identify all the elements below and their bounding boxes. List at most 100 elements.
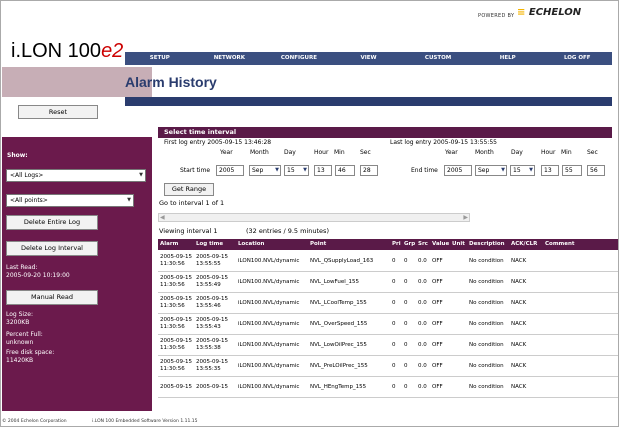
col-log-time[interactable]: Log time bbox=[194, 239, 236, 250]
end-year-label: Year bbox=[445, 149, 458, 156]
nav-configure[interactable]: CONFIGURE bbox=[264, 52, 334, 65]
col-location[interactable]: Location bbox=[236, 239, 308, 250]
manual-read-button[interactable]: Manual Read bbox=[6, 290, 98, 305]
sidebar: Show: <All Logs> <All points> Delete Ent… bbox=[2, 137, 152, 411]
show-label: Show: bbox=[7, 152, 28, 159]
grp-cell: 0 bbox=[404, 257, 408, 264]
col-ack-clr[interactable]: ACK/CLR bbox=[509, 239, 543, 250]
log-time-cell-line: 2005-09-15 bbox=[196, 296, 228, 302]
start-min-input[interactable]: 46 bbox=[335, 165, 355, 176]
nav-view[interactable]: VIEW bbox=[334, 52, 404, 65]
last-read-value: 2005-09-20 10:19:00 bbox=[6, 272, 70, 279]
logs-select[interactable]: <All Logs> bbox=[6, 169, 146, 182]
table-row[interactable]: 2005-09-15 11:30:56 2005-09-15 13:55:43 iLON… bbox=[158, 314, 618, 335]
table-row[interactable]: 2005-09-15 11:30:56 2005-09-15 13:55:35 iLON… bbox=[158, 356, 618, 377]
points-select[interactable]: <All points> bbox=[6, 194, 134, 207]
col-value[interactable]: Value bbox=[430, 239, 450, 250]
pri-cell: 0 bbox=[392, 362, 396, 369]
nav-custom[interactable]: CUSTOM bbox=[403, 52, 473, 65]
start-year-input[interactable]: 2005 bbox=[216, 165, 244, 176]
location-cell: iLON100.NVL/dynamic bbox=[238, 257, 300, 264]
reset-button[interactable]: Reset bbox=[18, 105, 98, 119]
percent-full-value: unknown bbox=[6, 339, 34, 346]
end-day-select[interactable]: 15 bbox=[510, 165, 535, 176]
ack-cell: NACK bbox=[511, 383, 527, 390]
log-time-cell-line: 2005-09-15 bbox=[196, 317, 228, 323]
table-row[interactable]: 2005-09-15 11:30:56 2005-09-15 13:55:55 iLON… bbox=[158, 251, 618, 272]
table-row[interactable]: 2005-09-15 11:30:56 2005-09-15 13:55:38 iLON… bbox=[158, 335, 618, 356]
pri-cell: 0 bbox=[392, 278, 396, 285]
col-pri[interactable]: Pri bbox=[390, 239, 402, 250]
alarm-time-cell-line: 11:30:56 bbox=[160, 324, 185, 330]
start-min-label: Min bbox=[334, 149, 345, 156]
src-cell: 0.0 bbox=[418, 278, 427, 285]
start-day-select[interactable]: 15 bbox=[284, 165, 309, 176]
col-src[interactable]: Src bbox=[416, 239, 430, 250]
unit-cell bbox=[450, 272, 467, 292]
log-time-cell: 2005-09-15 13:55:55 bbox=[194, 251, 236, 271]
unit-cell bbox=[450, 251, 467, 271]
grp-cell: 0 bbox=[404, 278, 408, 285]
col-comment[interactable]: Comment bbox=[543, 239, 575, 250]
nav-setup[interactable]: SETUP bbox=[125, 52, 195, 65]
description-cell: No condition bbox=[469, 257, 504, 264]
value-cell: OFF bbox=[432, 299, 443, 306]
pri-cell: 0 bbox=[392, 341, 396, 348]
col-point[interactable]: Point bbox=[308, 239, 390, 250]
end-day-label: Day bbox=[511, 149, 523, 156]
unit-cell bbox=[450, 293, 467, 313]
src-cell: 0.0 bbox=[418, 299, 427, 306]
value-cell: OFF bbox=[432, 362, 443, 369]
col-description[interactable]: Description bbox=[467, 239, 509, 250]
end-min-input[interactable]: 55 bbox=[562, 165, 582, 176]
alarm-time-cell-line: 2005-09-15 bbox=[160, 296, 192, 302]
nav-help[interactable]: HELP bbox=[473, 52, 543, 65]
src-cell: 0.0 bbox=[418, 362, 427, 369]
alarm-time-cell-line: 11:30:56 bbox=[160, 366, 185, 372]
comment-cell bbox=[543, 356, 573, 376]
nav-network[interactable]: NETWORK bbox=[195, 52, 265, 65]
echelon-logo: ≡ ECHELON bbox=[517, 7, 582, 18]
ack-cell: NACK bbox=[511, 299, 527, 306]
last-log-entry: Last log entry 2005-09-15 13:55:55 bbox=[390, 139, 497, 146]
nav-logoff[interactable]: LOG OFF bbox=[542, 52, 612, 65]
description-cell: No condition bbox=[469, 383, 504, 390]
end-sec-input[interactable]: 56 bbox=[587, 165, 605, 176]
alarm-time-cell: 2005-09-15 11:30:56 bbox=[158, 335, 194, 355]
log-time-cell-line: 13:55:38 bbox=[196, 345, 221, 351]
start-sec-input[interactable]: 28 bbox=[360, 165, 378, 176]
src-cell: 0.0 bbox=[418, 341, 427, 348]
end-month-select[interactable]: Sep bbox=[475, 165, 507, 176]
scroll-right-icon[interactable]: ▶ bbox=[463, 214, 468, 221]
log-size-value: 3200KB bbox=[6, 319, 30, 326]
start-month-select[interactable]: Sep bbox=[249, 165, 281, 176]
end-hour-input[interactable]: 13 bbox=[541, 165, 559, 176]
horizontal-scrollbar[interactable]: ◀ ▶ bbox=[158, 213, 470, 222]
get-range-button[interactable]: Get Range bbox=[164, 183, 214, 196]
table-row[interactable]: 2005-09-15 11:30:56 2005-09-15 13:55:49 iLON… bbox=[158, 272, 618, 293]
src-cell: 0.0 bbox=[418, 257, 427, 264]
col-unit[interactable]: Unit bbox=[450, 239, 467, 250]
point-cell: NVL_LowFuel_155 bbox=[310, 278, 360, 285]
delete-entire-log-button[interactable]: Delete Entire Log bbox=[6, 215, 98, 230]
log-time-cell-line: 13:55:55 bbox=[196, 261, 221, 267]
alarm-time-cell-line: 11:30:56 bbox=[160, 282, 185, 288]
first-log-entry: First log entry 2005-09-15 13:46:28 bbox=[164, 139, 272, 146]
free-disk-value: 11420KB bbox=[6, 357, 34, 364]
pri-cell: 0 bbox=[392, 299, 396, 306]
scroll-left-icon[interactable]: ◀ bbox=[160, 214, 165, 221]
delete-log-interval-button[interactable]: Delete Log Interval bbox=[6, 241, 98, 256]
start-hour-input[interactable]: 13 bbox=[314, 165, 332, 176]
ilon-logo: i.LON 100e2 bbox=[11, 40, 124, 62]
log-time-cell: 2005-09-15 13:55:35 bbox=[194, 356, 236, 376]
location-cell: iLON100.NVL/dynamic bbox=[238, 320, 300, 327]
point-cell: NVL_PreLOilPrec_155 bbox=[310, 362, 368, 369]
alarm-time-cell-line: 2005-09-15 bbox=[160, 275, 192, 281]
end-year-input[interactable]: 2005 bbox=[444, 165, 472, 176]
table-row[interactable]: 2005-09-15 11:30:56 2005-09-15 13:55:46 iLON… bbox=[158, 293, 618, 314]
col-alarm-time[interactable]: Alarm time bbox=[158, 239, 194, 258]
start-year-label: Year bbox=[220, 149, 233, 156]
table-row[interactable]: 2005-09-15 2005-09-15 iLON100.NVL/dynamic N… bbox=[158, 377, 618, 398]
col-grp[interactable]: Grp bbox=[402, 239, 416, 250]
alarm-time-cell-line: 2005-09-15 bbox=[160, 254, 192, 260]
